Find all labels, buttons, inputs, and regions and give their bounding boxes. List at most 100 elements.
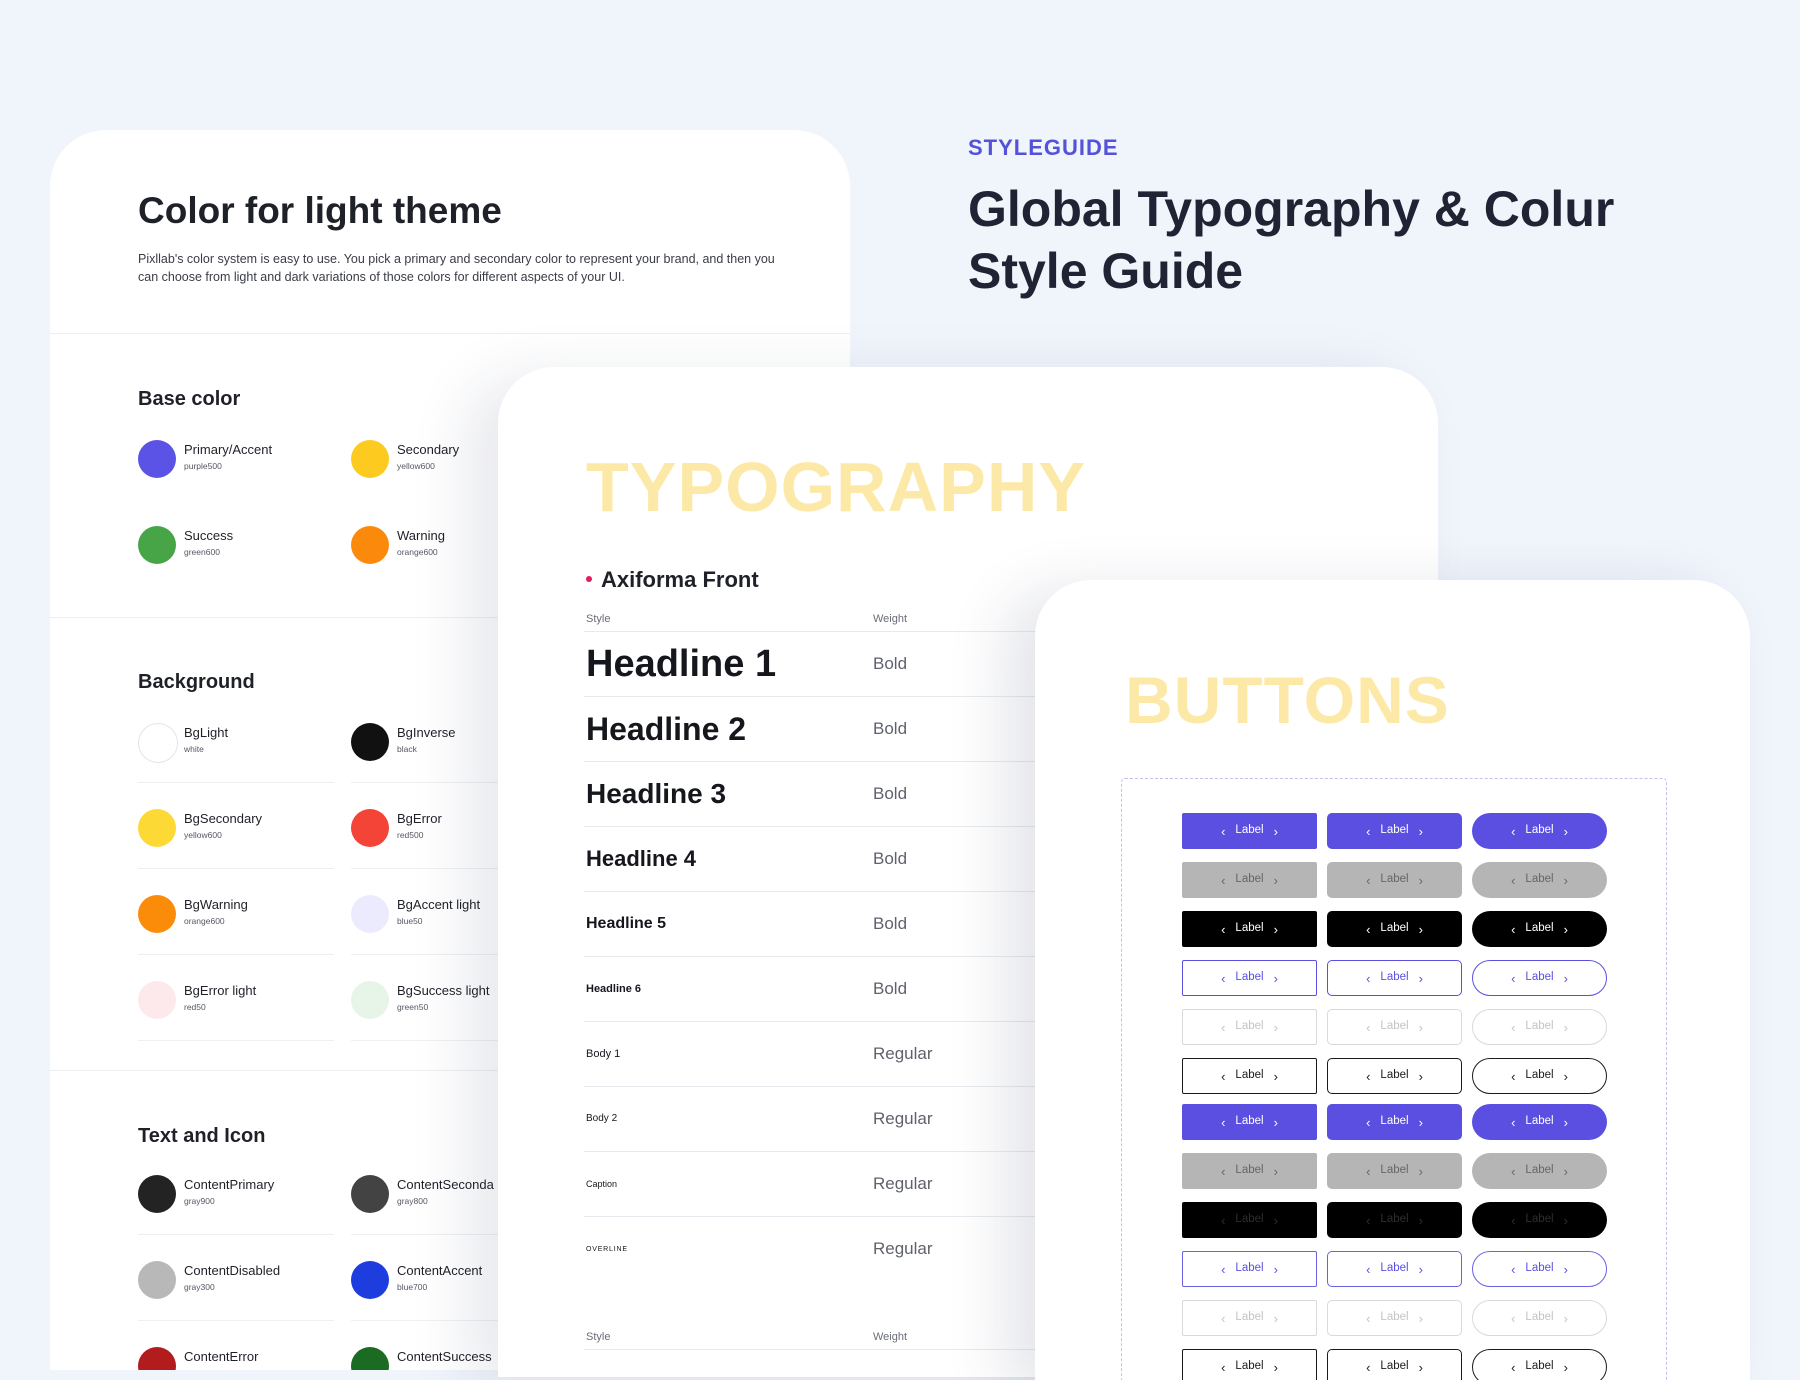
label-button[interactable]: ‹ Label › xyxy=(1472,960,1607,996)
chevron-right-icon: › xyxy=(1418,1359,1423,1375)
label-button[interactable]: ‹ Label › xyxy=(1472,911,1607,947)
button-label: Label xyxy=(1525,1360,1554,1373)
label-button[interactable]: ‹ Label › xyxy=(1327,960,1462,996)
chevron-right-icon: › xyxy=(1563,970,1568,986)
type-weight: Bold xyxy=(873,719,908,738)
button-label: Label xyxy=(1525,1069,1554,1082)
label-button[interactable]: ‹ Label › xyxy=(1182,1153,1317,1189)
chevron-right-icon: › xyxy=(1418,1261,1423,1277)
divider xyxy=(50,333,850,334)
type-weight: Bold xyxy=(873,914,908,933)
color-swatch-token: gray800 xyxy=(397,1196,428,1206)
label-button[interactable]: ‹ Label › xyxy=(1327,1251,1462,1287)
label-button[interactable]: ‹ Label › xyxy=(1182,1009,1317,1045)
color-swatch-name: ContentSuccess xyxy=(397,1349,492,1364)
type-weight: Regular xyxy=(873,1109,933,1128)
swatch-divider xyxy=(138,1234,334,1235)
label-button[interactable]: ‹ Label › xyxy=(1182,1251,1317,1287)
label-button[interactable]: ‹ Label › xyxy=(1327,911,1462,947)
label-button[interactable]: ‹ Label › xyxy=(1472,1009,1607,1045)
chevron-left-icon: ‹ xyxy=(1366,921,1371,937)
button-label: Label xyxy=(1525,1164,1554,1177)
button-label: Label xyxy=(1235,971,1264,984)
label-button[interactable]: ‹ Label › xyxy=(1472,1153,1607,1189)
color-swatch-circle xyxy=(138,895,176,933)
chevron-right-icon: › xyxy=(1563,1163,1568,1179)
type-weight: Bold xyxy=(873,849,908,868)
label-button[interactable]: ‹ Label › xyxy=(1472,1300,1607,1336)
label-button[interactable]: ‹ Label › xyxy=(1327,1153,1462,1189)
buttons-card: BUTTONS ‹ Label › ‹ Label › ‹ Label › ‹ Label › ‹ Lab… xyxy=(1035,580,1750,1380)
chevron-right-icon: › xyxy=(1273,823,1278,839)
type-style-sample: Headline 1 xyxy=(586,643,777,685)
type-weight: Bold xyxy=(873,654,908,673)
color-swatch-token: yellow600 xyxy=(184,830,222,840)
column-header-style: Style xyxy=(586,1331,611,1343)
chevron-left-icon: ‹ xyxy=(1366,1261,1371,1277)
chevron-right-icon: › xyxy=(1418,1019,1423,1035)
color-swatch-token: red50 xyxy=(184,1002,206,1012)
label-button[interactable]: ‹ Label › xyxy=(1327,813,1462,849)
color-swatch-token: orange600 xyxy=(184,916,225,926)
label-button[interactable]: ‹ Label › xyxy=(1472,813,1607,849)
chevron-right-icon: › xyxy=(1418,1310,1423,1326)
label-button[interactable]: ‹ Label › xyxy=(1472,1104,1607,1140)
chevron-right-icon: › xyxy=(1563,921,1568,937)
label-button[interactable]: ‹ Label › xyxy=(1182,862,1317,898)
type-style-sample: OVERLINE xyxy=(586,1245,628,1253)
label-button[interactable]: ‹ Label › xyxy=(1182,1349,1317,1380)
chevron-left-icon: ‹ xyxy=(1221,1163,1226,1179)
chevron-left-icon: ‹ xyxy=(1221,823,1226,839)
button-label: Label xyxy=(1525,824,1554,837)
color-swatch-circle xyxy=(138,981,176,1019)
button-label: Label xyxy=(1380,1069,1409,1082)
column-header-style: Style xyxy=(586,613,611,625)
chevron-right-icon: › xyxy=(1418,970,1423,986)
button-label: Label xyxy=(1525,971,1554,984)
label-button[interactable]: ‹ Label › xyxy=(1327,1202,1462,1238)
label-button[interactable]: ‹ Label › xyxy=(1472,1202,1607,1238)
color-swatch: BgWarning orange600 xyxy=(138,887,348,955)
label-button[interactable]: ‹ Label › xyxy=(1182,1104,1317,1140)
color-swatch-token: blue700 xyxy=(397,1282,428,1292)
button-label: Label xyxy=(1235,1020,1264,1033)
button-label: Label xyxy=(1380,1115,1409,1128)
color-swatch-circle xyxy=(138,1261,176,1299)
page-headline: Global Typography & Colur Style Guide xyxy=(968,181,1615,299)
button-label: Label xyxy=(1235,1311,1264,1324)
chevron-right-icon: › xyxy=(1273,970,1278,986)
color-swatch-name: ContentDisabled xyxy=(184,1263,281,1278)
label-button[interactable]: ‹ Label › xyxy=(1182,1300,1317,1336)
label-button[interactable]: ‹ Label › xyxy=(1327,1009,1462,1045)
chevron-right-icon: › xyxy=(1418,872,1423,888)
label-button[interactable]: ‹ Label › xyxy=(1472,1251,1607,1287)
color-swatch: BgLight white xyxy=(138,715,348,783)
button-label: Label xyxy=(1380,922,1409,935)
section-title-background: Background xyxy=(138,671,255,693)
label-button[interactable]: ‹ Label › xyxy=(1327,1058,1462,1094)
chevron-right-icon: › xyxy=(1418,921,1423,937)
button-label: Label xyxy=(1525,873,1554,886)
label-button[interactable]: ‹ Label › xyxy=(1182,960,1317,996)
chevron-right-icon: › xyxy=(1563,1359,1568,1375)
chevron-left-icon: ‹ xyxy=(1221,1068,1226,1084)
label-button[interactable]: ‹ Label › xyxy=(1182,911,1317,947)
label-button[interactable]: ‹ Label › xyxy=(1472,1349,1607,1380)
color-swatch-name: BgWarning xyxy=(184,897,248,912)
label-button[interactable]: ‹ Label › xyxy=(1327,1349,1462,1380)
label-button[interactable]: ‹ Label › xyxy=(1472,1058,1607,1094)
color-swatch-circle xyxy=(138,723,178,763)
buttons-title: BUTTONS xyxy=(1125,663,1450,737)
color-swatch: ContentError xyxy=(138,1339,348,1370)
label-button[interactable]: ‹ Label › xyxy=(1327,1300,1462,1336)
label-button[interactable]: ‹ Label › xyxy=(1327,862,1462,898)
label-button[interactable]: ‹ Label › xyxy=(1472,862,1607,898)
label-button[interactable]: ‹ Label › xyxy=(1182,1202,1317,1238)
label-button[interactable]: ‹ Label › xyxy=(1182,813,1317,849)
chevron-left-icon: ‹ xyxy=(1366,823,1371,839)
color-swatch-name: BgInverse xyxy=(397,725,456,740)
label-button[interactable]: ‹ Label › xyxy=(1327,1104,1462,1140)
button-label: Label xyxy=(1235,1069,1264,1082)
label-button[interactable]: ‹ Label › xyxy=(1182,1058,1317,1094)
chevron-left-icon: ‹ xyxy=(1221,1019,1226,1035)
